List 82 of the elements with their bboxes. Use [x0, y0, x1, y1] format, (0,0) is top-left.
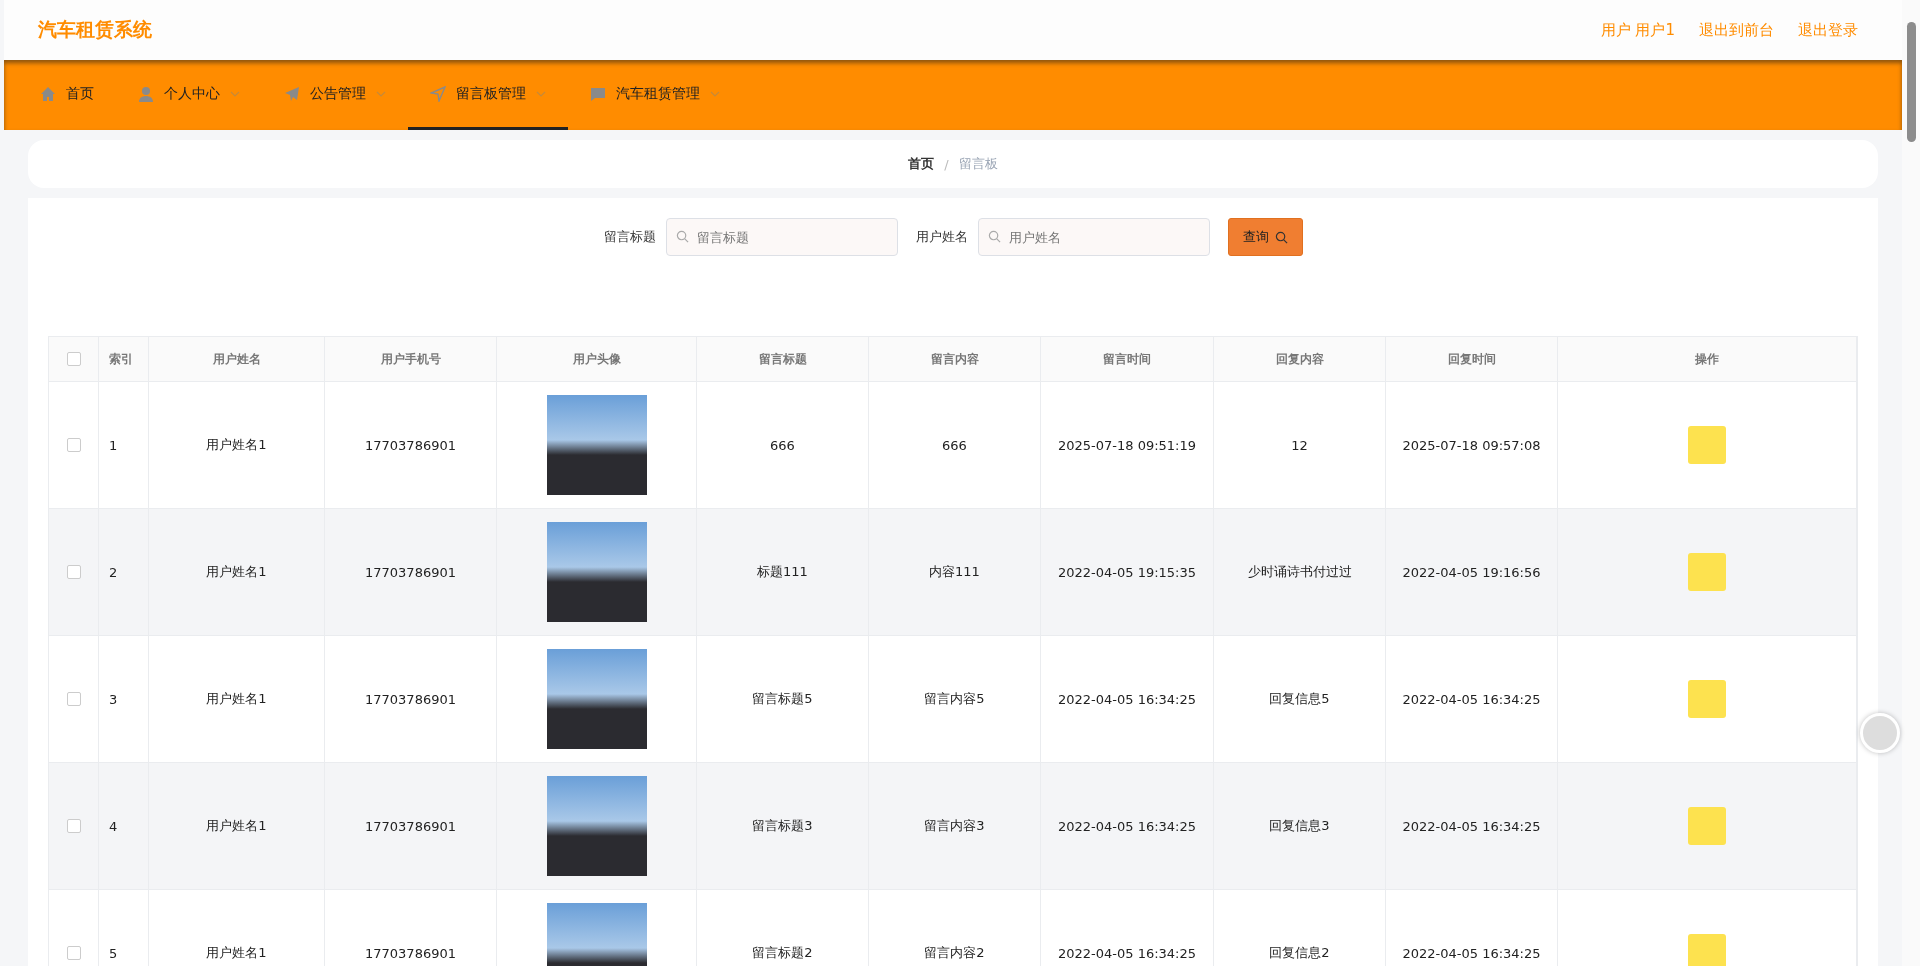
row-checkbox[interactable]	[66, 819, 81, 833]
nav-menu-item[interactable]: 个人中心	[116, 60, 262, 130]
column-header: 用户头像	[497, 337, 697, 382]
table-cell: 2022-04-05 16:34:25	[1386, 636, 1558, 763]
table-cell: 留言标题5	[697, 636, 869, 763]
table-cell: 2022-04-05 16:34:25	[1386, 763, 1558, 890]
table-cell: 用户姓名1	[149, 382, 325, 509]
row-checkbox[interactable]	[66, 565, 81, 579]
table-cell: 用户姓名1	[149, 763, 325, 890]
nav-menu-item[interactable]: 首页	[18, 60, 116, 130]
table-cell: 2022-04-05 19:16:56	[1386, 509, 1558, 636]
action-button[interactable]	[1688, 680, 1726, 718]
nav-label: 个人中心	[164, 84, 220, 103]
paper-plane-icon	[284, 85, 300, 102]
column-header: 留言标题	[697, 337, 869, 382]
action-button[interactable]	[1688, 426, 1726, 464]
nav-label: 留言板管理	[456, 84, 526, 103]
column-header: 用户姓名	[149, 337, 325, 382]
breadcrumb-separator: /	[944, 156, 949, 172]
nav-menu-item[interactable]: 汽车租赁管理	[568, 60, 742, 130]
row-checkbox[interactable]	[66, 946, 81, 960]
table-cell: 2022-04-05 19:15:35	[1041, 509, 1214, 636]
nav-label: 公告管理	[310, 84, 366, 103]
chat-icon	[590, 85, 606, 102]
scrollbar[interactable]	[1902, 0, 1920, 966]
select-all-checkbox[interactable]	[66, 352, 81, 366]
navigation-arrow-icon	[430, 85, 446, 102]
breadcrumb-link[interactable]: 首页	[908, 155, 935, 173]
column-header: 回复时间	[1386, 337, 1558, 382]
home-icon	[40, 85, 56, 102]
table-cell: 回复信息3	[1214, 763, 1386, 890]
nav-label: 汽车租赁管理	[616, 84, 700, 103]
search-icon	[675, 230, 689, 243]
table-cell: 12	[1214, 382, 1386, 509]
table-cell: 17703786901	[325, 636, 497, 763]
table-cell: 2025-07-18 09:57:08	[1386, 382, 1558, 509]
table-cell: 留言内容5	[869, 636, 1041, 763]
table-cell: 标题111	[697, 509, 869, 636]
search-label: 留言标题	[603, 228, 656, 246]
table-cell: 回复信息5	[1214, 636, 1386, 763]
table-cell: 少时诵诗书付过过	[1214, 509, 1386, 636]
row-checkbox[interactable]	[66, 692, 81, 706]
table-cell: 用户姓名1	[149, 509, 325, 636]
column-header: 留言内容	[869, 337, 1041, 382]
avatar-circle[interactable]	[1860, 713, 1900, 753]
table-cell: 内容111	[869, 509, 1041, 636]
query-button[interactable]: 查询	[1227, 218, 1303, 256]
action-button[interactable]	[1688, 807, 1726, 845]
table-cell: 17703786901	[325, 763, 497, 890]
search-label: 用户姓名	[915, 228, 968, 246]
table-cell: 666	[869, 382, 1041, 509]
table-cell: 用户姓名1	[149, 636, 325, 763]
table-cell: 留言内容3	[869, 763, 1041, 890]
table-cell: 2022-04-05 16:34:25	[1041, 636, 1214, 763]
column-header: 回复内容	[1214, 337, 1386, 382]
table-cell: 1	[99, 382, 149, 509]
row-checkbox[interactable]	[66, 438, 81, 452]
nav-label: 首页	[66, 84, 94, 103]
search-field[interactable]: 用户姓名	[977, 218, 1210, 256]
column-header: 用户手机号	[325, 337, 497, 382]
table-cell: 2022-04-05 16:34:25	[1041, 763, 1214, 890]
app-title: 汽车租赁系统	[38, 17, 152, 42]
search-field[interactable]: 留言标题	[665, 218, 898, 256]
table-cell: 4	[99, 763, 149, 890]
action-button[interactable]	[1688, 934, 1726, 966]
search-icon	[987, 230, 1001, 243]
nav-menu-item[interactable]: 公告管理	[262, 60, 408, 130]
table-cell: 3	[99, 636, 149, 763]
table-cell: 17703786901	[325, 509, 497, 636]
table-cell: 2	[99, 509, 149, 636]
table-cell: 2025-07-18 09:51:19	[1041, 382, 1214, 509]
table-cell: 17703786901	[325, 382, 497, 509]
table-cell: 666	[697, 382, 869, 509]
nav-menu-item[interactable]: 留言板管理	[408, 60, 568, 130]
action-button[interactable]	[1688, 553, 1726, 591]
breadcrumb-current: 留言板	[958, 155, 998, 173]
column-header: 操作	[1558, 337, 1857, 382]
column-header: 留言时间	[1041, 337, 1214, 382]
user-icon	[138, 85, 154, 102]
table-cell: 留言标题3	[697, 763, 869, 890]
search-icon	[1274, 230, 1288, 244]
column-header: 索引	[99, 337, 149, 382]
